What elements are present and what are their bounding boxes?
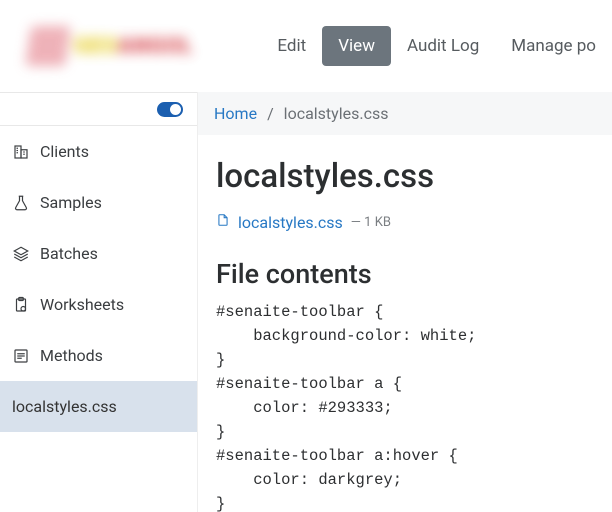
sidebar-item-label: localstyles.css bbox=[12, 397, 117, 416]
sidebar-item-methods[interactable]: Methods bbox=[0, 330, 197, 381]
breadcrumb-separator: / bbox=[267, 104, 274, 123]
sidebar-item-label: Clients bbox=[40, 142, 89, 161]
sidebar-toggle[interactable] bbox=[157, 102, 183, 117]
header: GEOANGOL Edit View Audit Log Manage po bbox=[0, 0, 612, 92]
sidebar-item-batches[interactable]: Batches bbox=[0, 228, 197, 279]
sidebar-item-worksheets[interactable]: Worksheets bbox=[0, 279, 197, 330]
sidebar-item-clients[interactable]: Clients bbox=[0, 126, 197, 177]
sidebar-item-localstyles[interactable]: localstyles.css bbox=[0, 381, 197, 432]
list-icon bbox=[12, 347, 30, 365]
section-title-file-contents: File contents bbox=[216, 258, 612, 290]
logo: GEOANGOL bbox=[8, 6, 233, 86]
flask-icon bbox=[12, 194, 30, 212]
file-link-row: localstyles.css — 1 KB bbox=[216, 212, 612, 232]
logo-mark-icon bbox=[25, 26, 71, 66]
file-contents-code: #senaite-toolbar { background-color: whi… bbox=[216, 300, 612, 512]
layers-icon bbox=[12, 245, 30, 263]
file-download-link[interactable]: localstyles.css bbox=[238, 213, 343, 232]
file-icon bbox=[216, 212, 230, 232]
sidebar-item-label: Worksheets bbox=[40, 295, 124, 314]
sidebar-item-label: Methods bbox=[40, 346, 103, 365]
page-title: localstyles.css bbox=[216, 157, 612, 196]
sidebar-item-samples[interactable]: Samples bbox=[0, 177, 197, 228]
sidebar-item-label: Batches bbox=[40, 244, 98, 263]
breadcrumb: Home / localstyles.css bbox=[198, 92, 612, 135]
logo-text: GEOANGOL bbox=[74, 34, 193, 59]
main-content: Home / localstyles.css localstyles.css l… bbox=[198, 92, 612, 512]
clipboard-icon bbox=[12, 296, 30, 314]
sidebar: Clients Samples Batches Worksheets bbox=[0, 92, 198, 512]
sidebar-nav: Clients Samples Batches Worksheets bbox=[0, 126, 197, 432]
breadcrumb-current: localstyles.css bbox=[284, 104, 389, 123]
tab-edit[interactable]: Edit bbox=[261, 26, 322, 66]
building-icon bbox=[12, 143, 30, 161]
sidebar-item-label: Samples bbox=[40, 193, 102, 212]
sidebar-toggle-row bbox=[0, 92, 197, 126]
tab-view[interactable]: View bbox=[322, 26, 391, 66]
tab-audit-log[interactable]: Audit Log bbox=[391, 26, 495, 66]
tab-bar: Edit View Audit Log Manage po bbox=[261, 26, 612, 66]
tab-manage[interactable]: Manage po bbox=[495, 26, 612, 66]
breadcrumb-home-link[interactable]: Home bbox=[214, 104, 257, 123]
file-size: — 1 KB bbox=[351, 215, 391, 230]
